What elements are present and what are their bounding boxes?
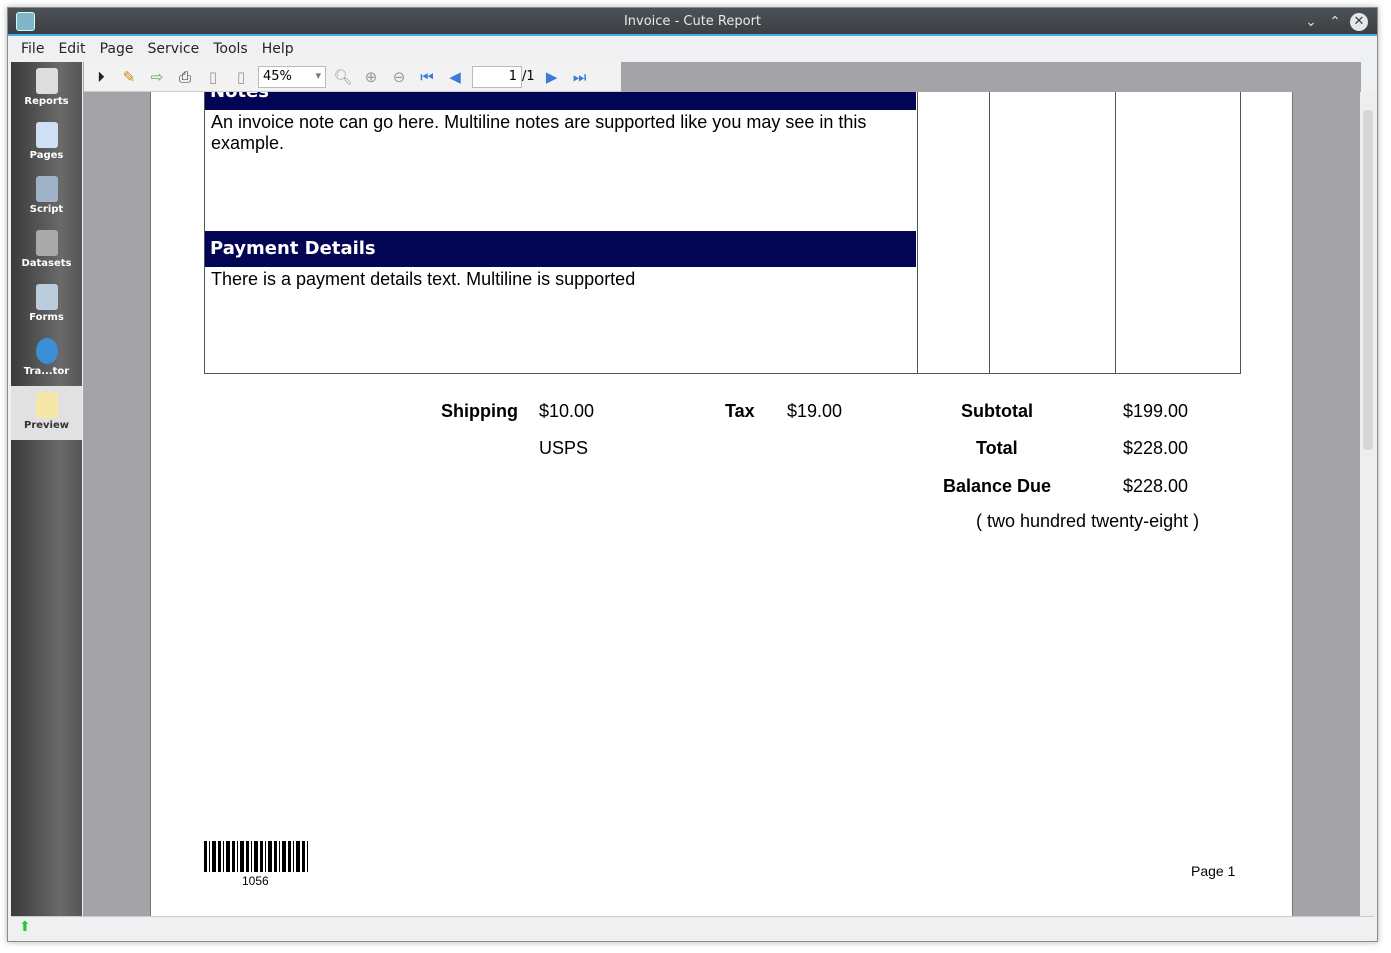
table-border	[917, 92, 918, 374]
notes-text: An invoice note can go here. Multiline n…	[211, 112, 867, 153]
edit-button[interactable]: ✎	[118, 66, 140, 88]
table-border	[1240, 92, 1241, 374]
app-window: Invoice - Cute Report ⌄ ⌃ ✕ File Edit Pa…	[7, 7, 1378, 942]
window-title: Invoice - Cute Report	[623, 14, 762, 29]
script-icon	[35, 176, 58, 202]
sidebar-item-preview[interactable]: Preview	[11, 386, 82, 440]
minimize-button[interactable]: ⌄	[1301, 8, 1321, 36]
menu-bar: File Edit Page Service Tools Help	[14, 38, 301, 62]
page-setup-button[interactable]: ▯	[202, 66, 224, 88]
forms-icon	[35, 284, 58, 310]
amount-in-words: ( two hundred twenty-eight )	[976, 511, 1200, 531]
barcode	[204, 841, 309, 872]
menu-edit[interactable]: Edit	[51, 38, 92, 62]
menu-tools[interactable]: Tools	[206, 38, 255, 62]
magnifier-icon	[35, 392, 58, 418]
table-border	[1115, 92, 1116, 374]
pages-icon	[35, 122, 58, 148]
shipping-value: $10.00	[539, 401, 595, 421]
zoom-in-icon[interactable]: ⊕	[360, 66, 382, 88]
vertical-scrollbar[interactable]	[1360, 92, 1376, 916]
sidebar: Reports Pages Script Datasets Forms Tra.…	[11, 62, 82, 916]
sidebar-label: Pages	[29, 150, 64, 161]
page-total: /1	[522, 69, 535, 84]
sidebar-item-datasets[interactable]: Datasets	[11, 224, 82, 278]
report-page: Notes An invoice note can go here. Multi…	[150, 92, 1293, 916]
sidebar-item-translator[interactable]: Tra...tor	[11, 332, 82, 386]
sidebar-item-script[interactable]: Script	[11, 170, 82, 224]
next-page-button[interactable]: ▶	[541, 66, 563, 88]
export-button[interactable]: ⇨	[146, 66, 168, 88]
sidebar-item-forms[interactable]: Forms	[11, 278, 82, 332]
subtotal-label: Subtotal	[961, 401, 1033, 421]
status-bar: ⬆	[11, 916, 1374, 940]
globe-icon	[35, 338, 58, 364]
notes-header-text: Notes	[210, 92, 269, 102]
page-number: Page 1	[1191, 863, 1236, 879]
total-label: Total	[976, 438, 1018, 458]
close-button[interactable]: ✕	[1350, 13, 1368, 31]
balance-due-label: Balance Due	[943, 476, 1052, 496]
page-width-button[interactable]: ▯	[230, 66, 252, 88]
tax-label: Tax	[725, 401, 755, 421]
zoom-out-icon[interactable]: ⊖	[388, 66, 410, 88]
preview-area: Notes An invoice note can go here. Multi…	[83, 62, 1361, 916]
table-bottom-border	[204, 373, 1241, 374]
sidebar-label: Preview	[23, 420, 69, 431]
sidebar-label: Datasets	[21, 258, 72, 269]
notes-header: Notes	[204, 92, 916, 110]
maximize-button[interactable]: ⌃	[1325, 8, 1345, 36]
sidebar-label: Reports	[24, 96, 69, 107]
database-icon	[35, 230, 58, 256]
title-bar: Invoice - Cute Report ⌄ ⌃ ✕	[8, 8, 1377, 36]
barcode-number: 1056	[242, 874, 269, 888]
print-button[interactable]: ⎙	[174, 66, 196, 88]
page-number-input[interactable]: 1	[472, 65, 522, 88]
menu-file[interactable]: File	[14, 38, 51, 62]
shipping-label: Shipping	[441, 401, 518, 421]
subtotal-value: $199.00	[1123, 401, 1189, 421]
zoom-fit-icon[interactable]: 🔍︎	[332, 66, 354, 88]
previous-page-button[interactable]: ◀	[444, 66, 466, 88]
first-page-button[interactable]: ⏮	[416, 66, 438, 88]
menu-page[interactable]: Page	[93, 38, 141, 62]
menu-help[interactable]: Help	[255, 38, 301, 62]
table-border	[989, 92, 990, 374]
payment-details-text: There is a payment details text. Multili…	[211, 269, 636, 289]
menu-service[interactable]: Service	[140, 38, 206, 62]
sidebar-label: Forms	[29, 312, 64, 323]
payment-details-header: Payment Details	[204, 231, 916, 267]
app-icon	[16, 12, 35, 31]
scrollbar-thumb[interactable]	[1363, 110, 1373, 450]
arrow-up-icon: ⬆	[19, 919, 31, 935]
sidebar-label: Tra...tor	[23, 366, 70, 377]
sidebar-item-reports[interactable]: Reports	[11, 62, 82, 116]
toolbar: ⏵ ✎ ⇨ ⎙ ▯ ▯ 45% 🔍︎ ⊕ ⊖ ⏮ ◀ 1 /1 ▶ ⏭	[84, 62, 621, 92]
sidebar-label: Script	[29, 204, 64, 215]
sidebar-item-pages[interactable]: Pages	[11, 116, 82, 170]
reports-icon	[35, 68, 58, 94]
tax-value: $19.00	[787, 401, 843, 421]
run-button[interactable]: ⏵	[90, 66, 112, 88]
shipping-method: USPS	[539, 438, 589, 458]
zoom-select[interactable]: 45%	[258, 65, 326, 88]
last-page-button[interactable]: ⏭	[569, 66, 591, 88]
total-value: $228.00	[1123, 438, 1189, 458]
table-border	[204, 92, 205, 374]
balance-due-value: $228.00	[1123, 476, 1189, 496]
